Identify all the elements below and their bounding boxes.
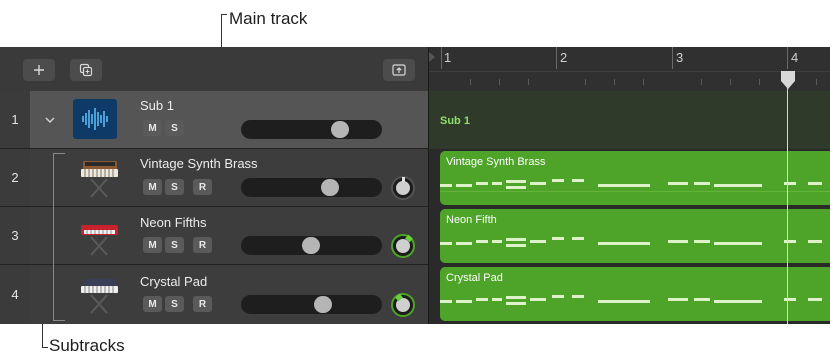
pad-synth-icon — [81, 279, 118, 314]
playhead-handle-icon[interactable] — [779, 70, 797, 90]
region-name: Neon Fifth — [446, 214, 497, 226]
catch-playhead-button[interactable] — [383, 59, 415, 81]
region-name: Crystal Pad — [446, 272, 503, 284]
mute-button[interactable]: M — [143, 120, 162, 136]
ruler-start-marker-icon — [429, 52, 435, 62]
subtrack-bracket — [53, 207, 65, 265]
playhead[interactable] — [787, 77, 788, 324]
solo-button[interactable]: S — [165, 179, 184, 195]
waveform-icon — [73, 99, 117, 139]
volume-slider[interactable] — [241, 178, 382, 197]
subtrack-bracket — [53, 153, 65, 207]
track-name: Neon Fifths — [140, 215, 207, 230]
sub1-lane — [429, 91, 830, 149]
subtracks-callout: Subtracks — [49, 336, 125, 355]
volume-slider-knob[interactable] — [331, 121, 349, 138]
bar-number: 2 — [560, 50, 568, 65]
region-name: Vintage Synth Brass — [446, 156, 546, 168]
record-enable-button[interactable]: R — [193, 296, 212, 312]
pan-knob[interactable] — [391, 234, 415, 258]
mute-button[interactable]: M — [143, 296, 162, 312]
mute-button[interactable]: M — [143, 237, 162, 253]
synth-keyboard-icon — [81, 161, 118, 198]
logic-tracks-area: 1 2 3 4 1 Sub 1 M S 2 Vintage Synth Bras… — [0, 47, 830, 324]
main-track-callout-tick — [221, 14, 227, 15]
track-name: Vintage Synth Brass — [140, 156, 258, 171]
volume-slider[interactable] — [241, 295, 382, 314]
volume-slider-knob[interactable] — [302, 237, 320, 254]
track-name: Crystal Pad — [140, 274, 208, 289]
upload-icon — [392, 64, 406, 76]
expand-disclosure-button[interactable] — [35, 91, 65, 149]
record-enable-button[interactable]: R — [193, 179, 212, 195]
track-header-toolbar — [0, 47, 428, 91]
track-number: 2 — [0, 149, 30, 206]
bar-number: 1 — [444, 50, 452, 65]
volume-slider-knob[interactable] — [314, 296, 332, 313]
solo-button[interactable]: S — [165, 120, 184, 136]
volume-slider[interactable] — [241, 236, 382, 255]
midi-region[interactable]: Vintage Synth Brass — [440, 151, 830, 205]
track-row[interactable]: 2 Vintage Synth Brass M S R — [0, 149, 428, 207]
volume-slider[interactable] — [241, 120, 382, 139]
track-number: 3 — [0, 207, 30, 264]
main-track-callout: Main track — [229, 9, 308, 28]
mute-button[interactable]: M — [143, 179, 162, 195]
pan-knob[interactable] — [391, 176, 415, 200]
chevron-down-icon — [45, 117, 55, 124]
duplicate-track-button[interactable] — [70, 59, 102, 81]
red-synth-icon — [81, 225, 118, 256]
midi-region[interactable]: Neon Fifth — [440, 209, 830, 263]
duplicate-icon — [79, 63, 93, 77]
add-track-button[interactable] — [23, 59, 55, 81]
plus-icon — [34, 65, 44, 75]
solo-button[interactable]: S — [165, 296, 184, 312]
subtrack-bracket — [53, 265, 65, 321]
record-enable-button[interactable]: R — [193, 237, 212, 253]
track-row[interactable]: 1 Sub 1 M S — [0, 91, 428, 149]
pan-knob[interactable] — [391, 293, 415, 317]
track-name: Sub 1 — [140, 98, 174, 113]
subtracks-callout-tick — [42, 347, 48, 348]
track-number: 4 — [0, 265, 30, 324]
solo-button[interactable]: S — [165, 237, 184, 253]
bar-number: 4 — [791, 50, 799, 65]
track-row[interactable]: 3 Neon Fifths M S R — [0, 207, 428, 265]
volume-slider-knob[interactable] — [321, 179, 339, 196]
region-label: Sub 1 — [440, 115, 470, 127]
bar-number: 3 — [676, 50, 684, 65]
track-row[interactable]: 4 Crystal Pad M S R — [0, 265, 428, 324]
timeline-ruler[interactable]: 1 2 3 4 — [428, 47, 830, 91]
midi-region[interactable]: Crystal Pad — [440, 267, 830, 321]
track-number: 1 — [0, 91, 30, 148]
